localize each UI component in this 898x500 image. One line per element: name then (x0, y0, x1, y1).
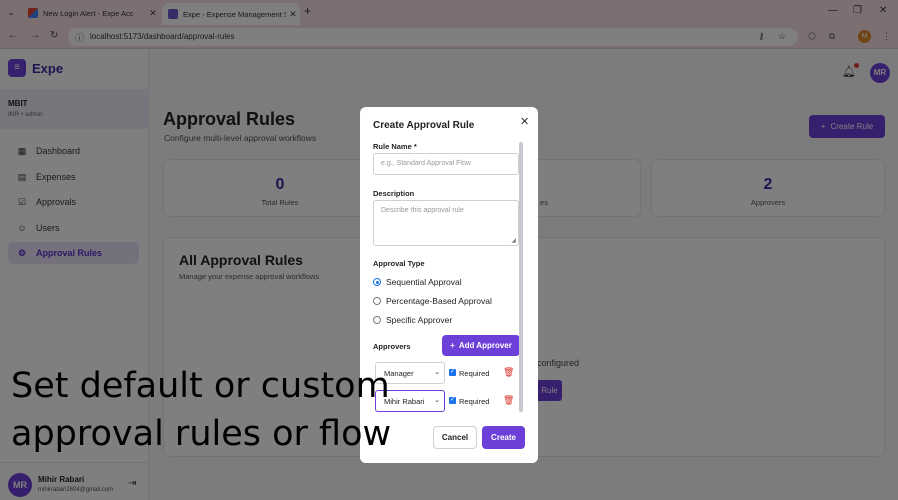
modal-title: Create Approval Rule (373, 120, 475, 131)
trash-icon[interactable]: 🗑︎ (503, 367, 514, 378)
rule-name-placeholder: e.g., Standard Approval Flow (381, 160, 471, 167)
description-placeholder: Describe this approval rule (381, 207, 464, 214)
modal-scrollbar[interactable] (519, 142, 523, 412)
radio-label: Specific Approver (386, 315, 453, 325)
radio-label: Sequential Approval (386, 277, 462, 287)
rule-name-input[interactable]: e.g., Standard Approval Flow (373, 153, 519, 175)
radio-specific[interactable]: Specific Approver (373, 315, 452, 325)
radio-label: Percentage-Based Approval (386, 296, 492, 306)
required-label: Required (459, 397, 490, 406)
create-button[interactable]: Create (482, 426, 525, 449)
rule-name-label: Rule Name * (373, 142, 417, 151)
radio-icon[interactable] (373, 297, 381, 305)
trash-icon[interactable]: 🗑︎ (503, 395, 514, 406)
caption-line: Set default or custom (11, 366, 390, 406)
radio-icon[interactable] (373, 316, 381, 324)
video-caption: Set default or custom approval rules or … (11, 362, 451, 458)
close-icon[interactable]: ✕ (520, 115, 529, 128)
plus-icon: + (450, 341, 455, 350)
resize-handle-icon[interactable]: ◢ (511, 237, 516, 244)
add-approver-button[interactable]: + Add Approver (442, 335, 520, 356)
approval-type-label: Approval Type (373, 259, 425, 268)
radio-sequential[interactable]: Sequential Approval (373, 277, 462, 287)
description-label: Description (373, 189, 415, 198)
required-label: Required (459, 369, 490, 378)
approvers-label: Approvers (373, 342, 411, 351)
radio-percentage[interactable]: Percentage-Based Approval (373, 296, 492, 306)
description-textarea[interactable]: Describe this approval rule ◢ (373, 200, 519, 246)
add-approver-label: Add Approver (458, 341, 512, 350)
radio-selected-icon[interactable] (373, 278, 381, 286)
caption-line: approval rules or flow (11, 414, 392, 454)
